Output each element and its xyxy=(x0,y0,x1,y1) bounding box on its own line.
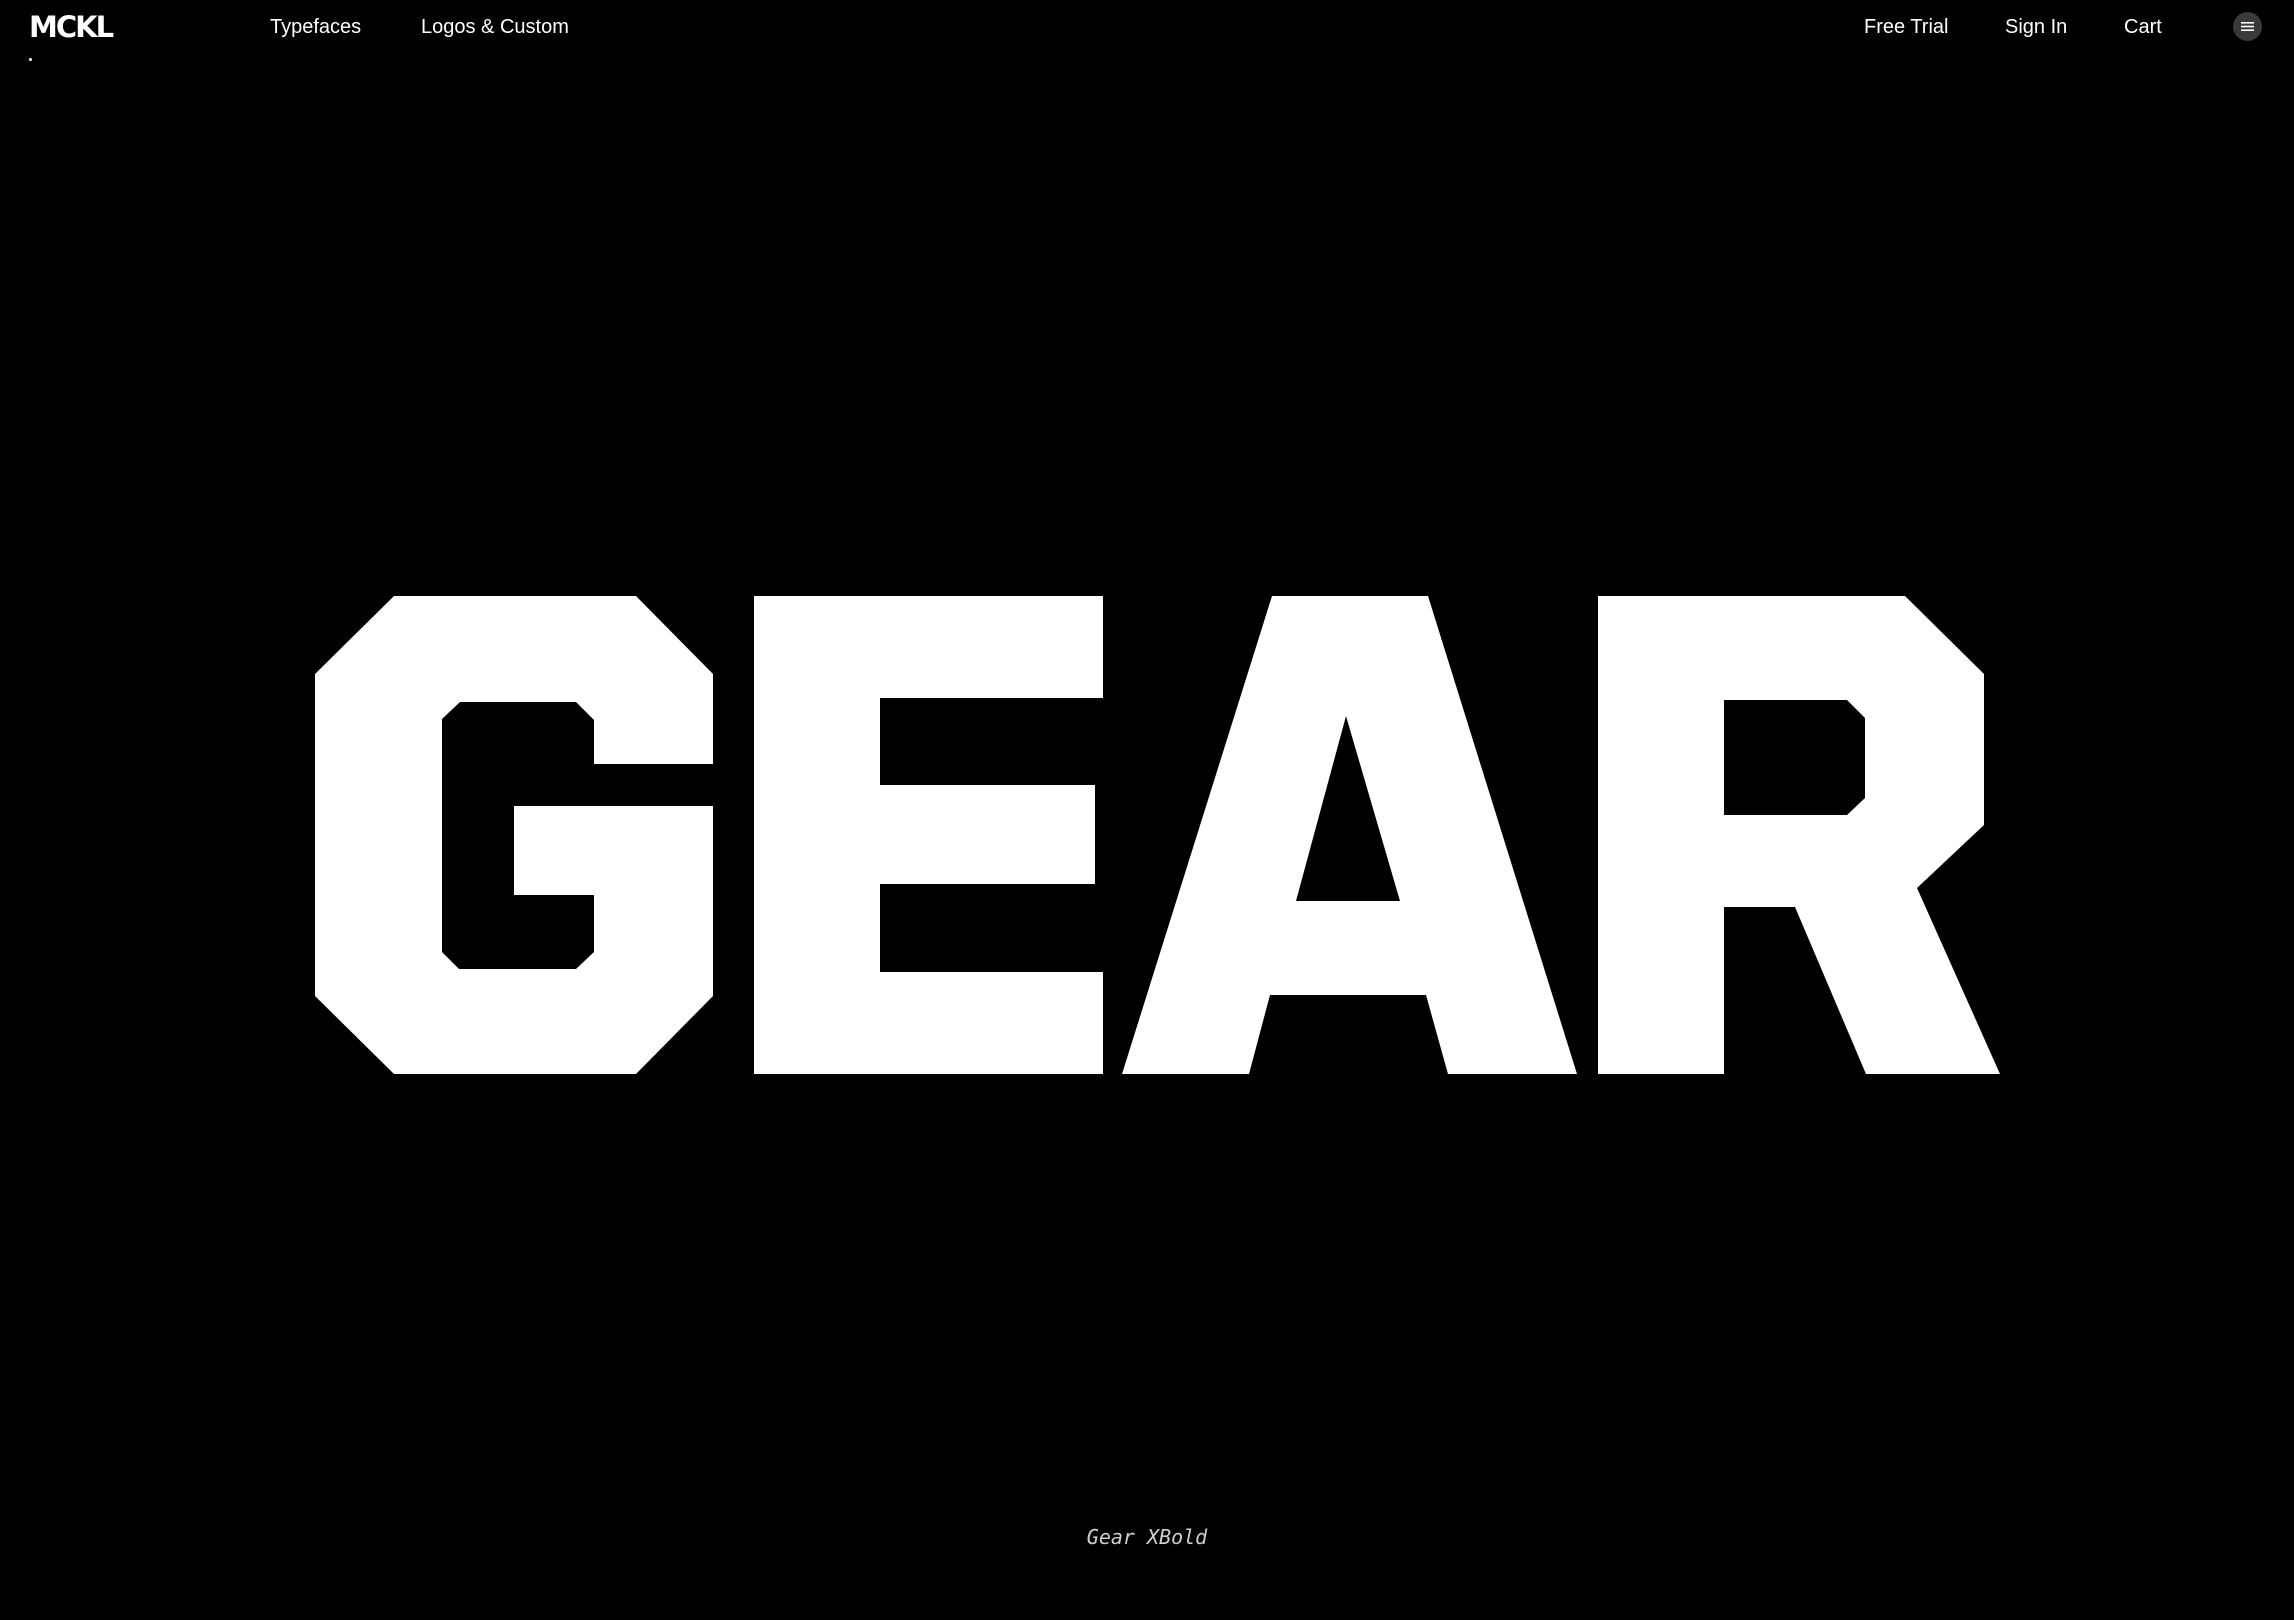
page: MCKL Typefaces Logos & Custom Free Trial… xyxy=(0,0,2294,1620)
letter-e xyxy=(754,596,1103,1074)
specimen-caption: Gear XBold xyxy=(1086,1525,1208,1549)
letter-r xyxy=(1598,596,2000,1074)
letter-a xyxy=(1122,596,1577,1074)
letter-g xyxy=(315,596,713,1074)
specimen-word-gear xyxy=(315,596,2000,1074)
